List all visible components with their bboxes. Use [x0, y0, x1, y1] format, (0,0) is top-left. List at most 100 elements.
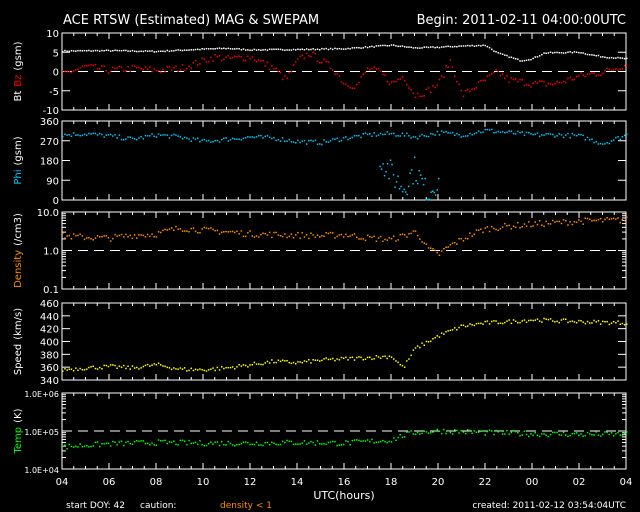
- data-point: [375, 135, 378, 137]
- data-point: [460, 45, 462, 47]
- data-point: [216, 139, 219, 142]
- data-point: [88, 366, 90, 369]
- data-point: [238, 48, 240, 50]
- data-point: [273, 231, 275, 234]
- data-point: [512, 132, 515, 135]
- data-point: [340, 139, 343, 142]
- data-point: [101, 65, 103, 67]
- data-point: [264, 135, 266, 138]
- data-point: [72, 233, 75, 235]
- data-point: [340, 444, 343, 446]
- data-point: [194, 441, 197, 443]
- begin-time: Begin: 2011-02-11 04:00:00UTC: [417, 13, 626, 28]
- data-point: [327, 358, 330, 361]
- data-point: [386, 441, 388, 444]
- data-point: [140, 234, 142, 236]
- data-point: [186, 370, 188, 372]
- data-point: [384, 44, 386, 47]
- data-point: [506, 54, 508, 57]
- data-point: [112, 135, 114, 137]
- data-point: [77, 49, 79, 52]
- data-point: [262, 363, 264, 366]
- data-point: [125, 70, 127, 72]
- data-point: [68, 443, 70, 446]
- data-point: [107, 442, 110, 445]
- data-point: [445, 65, 447, 67]
- data-point: [281, 137, 284, 139]
- data-point: [94, 132, 97, 135]
- data-point: [190, 67, 192, 69]
- data-point: [345, 440, 347, 442]
- data-point: [549, 318, 552, 320]
- data-point: [369, 133, 371, 135]
- data-point: [621, 136, 624, 138]
- data-point: [242, 59, 245, 61]
- data-point: [532, 57, 534, 60]
- y-tick-label: 440: [40, 312, 59, 323]
- data-point: [558, 321, 560, 324]
- data-point: [305, 360, 308, 363]
- y-tick-label: 420: [40, 325, 59, 336]
- data-point: [225, 48, 227, 50]
- data-point: [534, 133, 536, 135]
- data-point: [571, 52, 574, 54]
- data-point: [491, 430, 493, 432]
- data-point: [558, 81, 560, 84]
- data-point: [120, 66, 123, 69]
- data-point: [138, 234, 140, 236]
- data-point: [375, 355, 378, 357]
- data-point: [314, 359, 317, 361]
- data-point: [310, 362, 312, 364]
- data-point: [72, 446, 75, 448]
- data-point: [109, 70, 112, 73]
- data-point: [223, 47, 225, 49]
- data-point: [207, 48, 210, 50]
- data-point: [390, 441, 393, 443]
- data-point: [606, 320, 608, 323]
- series-phi-scatter: [379, 156, 440, 201]
- data-point: [425, 243, 428, 245]
- data-point: [547, 435, 550, 438]
- x-tick-label: 16: [338, 477, 351, 488]
- data-point: [356, 236, 358, 238]
- data-point: [567, 321, 569, 324]
- data-point: [471, 88, 473, 90]
- data-point: [528, 221, 530, 223]
- data-point: [192, 62, 195, 64]
- data-point: [530, 58, 532, 61]
- data-point: [393, 80, 395, 83]
- data-point: [62, 50, 64, 53]
- data-point: [608, 142, 611, 145]
- data-point: [234, 55, 236, 57]
- data-point: [157, 439, 160, 441]
- data-point: [205, 61, 208, 63]
- data-point: [360, 76, 362, 78]
- data-point: [129, 368, 131, 370]
- data-point: [397, 45, 399, 48]
- data-point: [471, 134, 473, 136]
- data-point: [353, 439, 356, 441]
- data-point: [543, 52, 545, 54]
- data-point: [436, 46, 438, 48]
- x-tick-label: 08: [150, 477, 163, 488]
- data-point: [279, 235, 282, 237]
- data-point: [495, 69, 497, 71]
- data-point: [327, 141, 330, 143]
- data-point: [319, 236, 321, 238]
- data-point: [451, 66, 454, 68]
- data-point: [382, 163, 384, 165]
- data-point: [385, 171, 387, 173]
- data-point: [103, 364, 105, 367]
- data-point: [244, 364, 247, 367]
- data-point: [508, 319, 510, 321]
- data-point: [72, 370, 75, 372]
- data-point: [288, 235, 290, 238]
- data-point: [160, 71, 162, 73]
- data-point: [144, 134, 147, 137]
- data-point: [75, 134, 77, 136]
- data-point: [360, 238, 362, 240]
- data-point: [573, 321, 576, 323]
- data-point: [418, 170, 420, 172]
- data-point: [103, 235, 105, 237]
- data-point: [619, 221, 621, 224]
